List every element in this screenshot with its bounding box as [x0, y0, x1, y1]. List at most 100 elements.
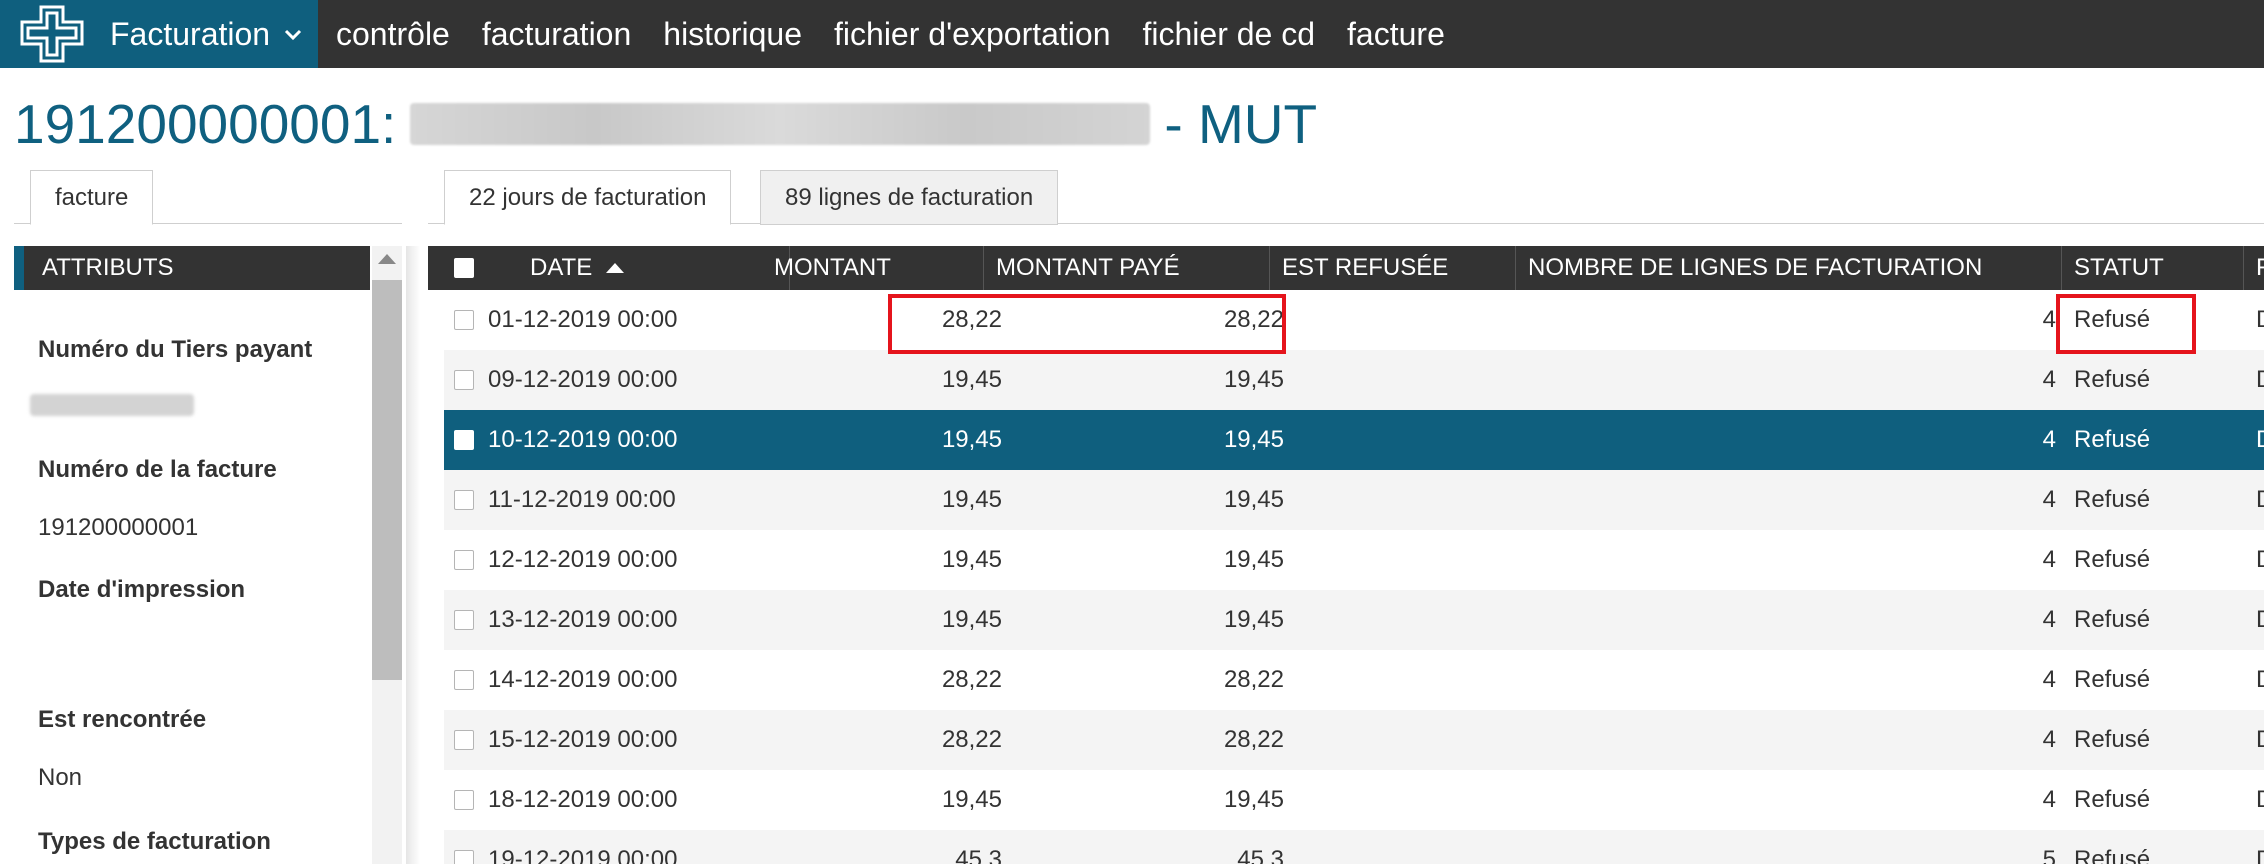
table-row[interactable]: 11-12-2019 00:00 19,45 19,45 4 Refusé D	[444, 470, 2264, 530]
nav-item-facture[interactable]: facture	[1347, 16, 1445, 53]
column-header-date[interactable]: DATE	[476, 246, 790, 290]
cell-extra: D	[2256, 350, 2264, 410]
table-row[interactable]: 18-12-2019 00:00 19,45 19,45 4 Refusé D	[444, 770, 2264, 830]
chevron-down-icon	[284, 21, 302, 47]
row-checkbox[interactable]	[454, 350, 484, 410]
cell-montant-paye: 28,22	[1223, 306, 1284, 333]
cell-montant: 19,45	[941, 366, 1002, 393]
cell-statut: Refusé	[2074, 666, 2151, 693]
table-row[interactable]: 10-12-2019 00:00 19,45 19,45 4 Refusé D	[444, 410, 2264, 470]
cell-extra: D	[2256, 290, 2264, 350]
cell-statut: Refusé	[2074, 366, 2151, 393]
row-checkbox[interactable]	[454, 770, 484, 830]
cell-extra: D	[2256, 650, 2264, 710]
cell-extra: D	[2256, 470, 2264, 530]
attributes-scrollbar[interactable]	[372, 246, 402, 864]
column-header-extra[interactable]: F	[2244, 246, 2264, 290]
attr-value-est-rencontree: Non	[38, 764, 83, 791]
cell-extra: D	[2256, 770, 2264, 830]
cell-nombre-lignes: 4	[2042, 426, 2056, 453]
cell-montant-paye: 19,45	[1223, 366, 1284, 393]
table-row[interactable]: 01-12-2019 00:00 28,22 28,22 4 Refusé D	[444, 290, 2264, 350]
cell-est-refusee	[1286, 650, 1516, 710]
medical-cross-logo-icon	[16, 3, 88, 65]
cell-montant: 19,45	[941, 426, 1002, 453]
nav-item-fichier-cd[interactable]: fichier de cd	[1143, 16, 1316, 53]
nav-item-controle[interactable]: contrôle	[336, 16, 450, 53]
table-row[interactable]: 09-12-2019 00:00 19,45 19,45 4 Refusé D	[444, 350, 2264, 410]
nav-item-facturation[interactable]: facturation	[482, 16, 631, 53]
cell-statut: Refusé	[2074, 726, 2151, 753]
row-checkbox[interactable]	[454, 650, 484, 710]
attributes-header: ATTRIBUTS	[14, 246, 370, 290]
column-header-est-refusee[interactable]: EST REFUSÉE	[1270, 246, 1516, 290]
cell-nombre-lignes: 4	[2042, 366, 2056, 393]
cell-extra: D	[2256, 590, 2264, 650]
cell-montant: 28,22	[941, 306, 1002, 333]
select-all-checkbox[interactable]	[428, 246, 476, 290]
attr-label-types-facturation: Types de facturation	[38, 828, 271, 855]
cell-montant-paye: 28,22	[1223, 726, 1284, 753]
sort-ascending-icon	[606, 263, 625, 273]
cell-montant: 19,45	[941, 786, 1002, 813]
cell-statut: Refusé	[2074, 606, 2151, 633]
column-header-montant-paye[interactable]: MONTANT PAYÉ	[984, 246, 1270, 290]
column-header-statut[interactable]: STATUT	[2062, 246, 2244, 290]
cell-est-refusee	[1286, 290, 1516, 350]
table-row[interactable]: 15-12-2019 00:00 28,22 28,22 4 Refusé D	[444, 710, 2264, 770]
redacted-name	[410, 103, 1151, 145]
scroll-up-arrow-icon[interactable]	[378, 254, 396, 264]
cell-date: 19-12-2019 00:00	[488, 846, 678, 864]
cell-extra: D	[2256, 410, 2264, 470]
nav-item-historique[interactable]: historique	[663, 16, 802, 53]
cell-date: 10-12-2019 00:00	[488, 426, 678, 453]
cell-est-refusee	[1286, 410, 1516, 470]
cell-est-refusee	[1286, 470, 1516, 530]
cell-nombre-lignes: 4	[2042, 486, 2056, 513]
row-checkbox[interactable]	[454, 830, 484, 864]
cell-montant-paye: 19,45	[1223, 546, 1284, 573]
column-header-nombre-lignes[interactable]: NOMBRE DE LIGNES DE FACTURATION	[1516, 246, 2062, 290]
cell-montant: 45,3	[955, 846, 1002, 864]
cell-montant-paye: 19,45	[1223, 486, 1284, 513]
table-row[interactable]: 14-12-2019 00:00 28,22 28,22 4 Refusé D	[444, 650, 2264, 710]
scroll-thumb[interactable]	[372, 280, 402, 680]
cell-date: 14-12-2019 00:00	[488, 666, 678, 693]
cell-extra: D	[2256, 830, 2264, 864]
table-row[interactable]: 13-12-2019 00:00 19,45 19,45 4 Refusé D	[444, 590, 2264, 650]
row-checkbox[interactable]	[454, 410, 484, 470]
grid-header: DATE MONTANT MONTANT PAYÉ EST REFUSÉE NO…	[428, 246, 2264, 290]
row-checkbox[interactable]	[454, 530, 484, 590]
cell-montant-paye: 19,45	[1223, 426, 1284, 453]
cell-extra: D	[2256, 530, 2264, 590]
panel-divider-shadow	[406, 246, 420, 864]
row-checkbox[interactable]	[454, 590, 484, 650]
row-checkbox[interactable]	[454, 710, 484, 770]
cell-nombre-lignes: 4	[2042, 546, 2056, 573]
cell-extra: D	[2256, 710, 2264, 770]
cell-est-refusee	[1286, 710, 1516, 770]
cell-montant: 28,22	[941, 666, 1002, 693]
tab-lignes-facturation[interactable]: 89 lignes de facturation	[760, 170, 1059, 225]
cell-nombre-lignes: 4	[2042, 786, 2056, 813]
page-title-suffix: - MUT	[1164, 93, 1318, 155]
attributes-panel: ATTRIBUTS Numéro du Tiers payant Numéro …	[14, 246, 370, 864]
attr-label-est-rencontree: Est rencontrée	[38, 706, 207, 733]
app-menu[interactable]: Facturation	[0, 0, 318, 68]
cell-montant-paye: 45,3	[1237, 846, 1284, 864]
cell-nombre-lignes: 4	[2042, 726, 2056, 753]
row-checkbox[interactable]	[454, 290, 484, 350]
column-header-montant[interactable]: MONTANT	[762, 246, 984, 290]
nav-item-fichier-exportation[interactable]: fichier d'exportation	[834, 16, 1110, 53]
cell-date: 11-12-2019 00:00	[488, 486, 676, 513]
tab-jours-facturation[interactable]: 22 jours de facturation	[444, 170, 732, 225]
cell-nombre-lignes: 5	[2042, 846, 2056, 864]
grid-tabstrip: 22 jours de facturation 89 lignes de fac…	[428, 168, 2264, 225]
cell-est-refusee	[1286, 350, 1516, 410]
cell-montant-paye: 28,22	[1223, 666, 1284, 693]
cell-statut: Refusé	[2074, 306, 2151, 333]
table-row[interactable]: 19-12-2019 00:00 45,3 45,3 5 Refusé D	[444, 830, 2264, 864]
tab-facture[interactable]: facture	[30, 170, 154, 225]
table-row[interactable]: 12-12-2019 00:00 19,45 19,45 4 Refusé D	[444, 530, 2264, 590]
row-checkbox[interactable]	[454, 470, 484, 530]
